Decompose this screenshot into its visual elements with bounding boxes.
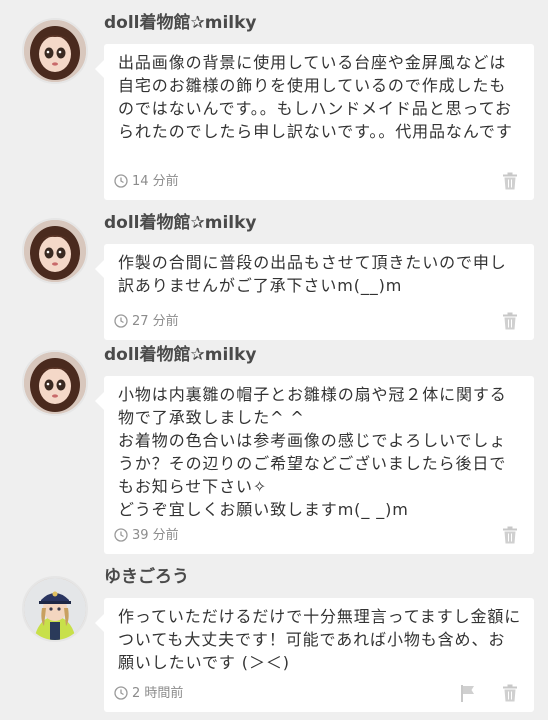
comment-author[interactable]: doll着物館✰milky [104,212,257,234]
comment-timestamp: 2 時間前 [114,685,183,703]
comment-timestamp: 14 分前 [114,173,179,191]
comment-text: 小物は内裏雛の帽子とお雛様の扇や冠２体に関する物で了承致しました^ ^ お着物の… [118,385,507,519]
clock-icon [114,314,128,328]
doll-avatar[interactable] [22,350,88,416]
comment-author[interactable]: doll着物館✰milky [104,344,257,366]
comment-bubble: 出品画像の背景に使用している台座や金屏風などは自宅のお雛様の飾りを使用しているの… [95,44,534,200]
trash-icon[interactable] [500,311,520,331]
comment-text: 出品画像の背景に使用している台座や金屏風などは自宅のお雛様の飾りを使用しているの… [118,53,513,141]
doll-avatar[interactable] [22,18,88,84]
timestamp-text: 39 分前 [132,528,179,543]
trash-icon[interactable] [500,525,520,545]
doll-avatar[interactable] [22,218,88,284]
comment-item: doll着物館✰milky 出品画像の背景に使用している台座や金屏風などは自宅の… [0,12,548,200]
comment-timestamp: 39 分前 [114,527,179,545]
flag-icon[interactable] [458,683,478,703]
clock-icon [114,174,128,188]
timestamp-text: 27 分前 [132,314,179,329]
clock-icon [114,528,128,542]
comment-text: 作製の合間に普段の出品もさせて頂きたいので申し訳ありませんがご了承下さいm(__… [118,253,507,295]
trash-icon[interactable] [500,171,520,191]
comment-bubble: 作製の合間に普段の出品もさせて頂きたいので申し訳ありませんがご了承下さいm(__… [95,244,534,340]
trash-icon[interactable] [500,683,520,703]
comment-author[interactable]: doll着物館✰milky [104,12,257,34]
comment-item: doll着物館✰milky 小物は内裏雛の帽子とお雛様の扇や冠２体に関する物で了… [0,344,548,556]
timestamp-text: 14 分前 [132,174,179,189]
comment-thread: doll着物館✰milky 出品画像の背景に使用している台座や金屏風などは自宅の… [0,0,548,720]
timestamp-text: 2 時間前 [132,686,184,701]
user-avatar[interactable] [22,576,88,642]
comment-item: ゆきごろう 作っていただけるだけで十分無理言ってますし金額についても大丈夫です！… [0,566,548,716]
comment-author[interactable]: ゆきごろう [104,566,189,588]
comment-timestamp: 27 分前 [114,313,179,331]
comment-bubble: 小物は内裏雛の帽子とお雛様の扇や冠２体に関する物で了承致しました^ ^ お着物の… [95,376,534,554]
clock-icon [114,686,128,700]
comment-item: doll着物館✰milky 作製の合間に普段の出品もさせて頂きたいので申し訳あり… [0,212,548,340]
comment-text: 作っていただけるだけで十分無理言ってますし金額についても大丈夫です！可能であれば… [118,607,522,672]
comment-bubble: 作っていただけるだけで十分無理言ってますし金額についても大丈夫です！可能であれば… [95,598,534,712]
